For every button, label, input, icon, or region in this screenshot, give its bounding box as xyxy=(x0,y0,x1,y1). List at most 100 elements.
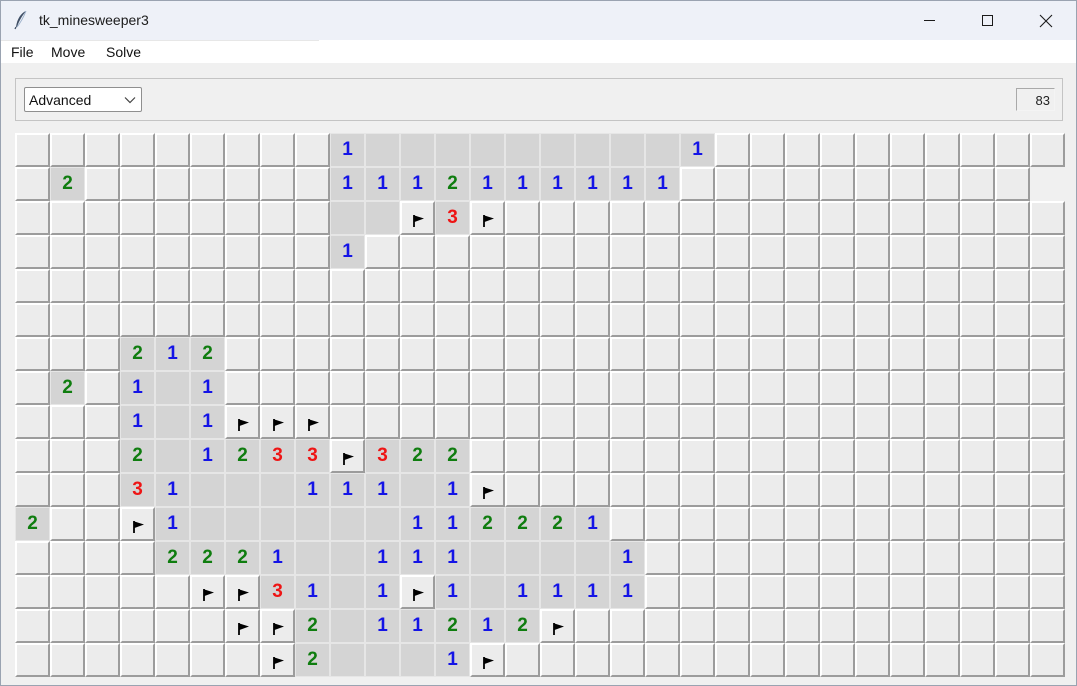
cell-empty[interactable] xyxy=(190,507,225,541)
cell-unrevealed[interactable] xyxy=(225,643,260,677)
cell-empty[interactable] xyxy=(645,133,680,167)
cell-unrevealed[interactable] xyxy=(505,303,540,337)
cell-unrevealed[interactable] xyxy=(645,337,680,371)
cell-unrevealed[interactable] xyxy=(785,541,820,575)
cell-unrevealed[interactable] xyxy=(575,643,610,677)
cell-unrevealed[interactable] xyxy=(15,269,50,303)
cell-unrevealed[interactable] xyxy=(540,473,575,507)
cell-unrevealed[interactable] xyxy=(715,609,750,643)
cell-unrevealed[interactable] xyxy=(890,507,925,541)
cell-number[interactable]: 1 xyxy=(330,235,365,269)
cell-unrevealed[interactable] xyxy=(50,269,85,303)
cell-unrevealed[interactable] xyxy=(260,303,295,337)
cell-flagged[interactable] xyxy=(225,575,260,609)
cell-number[interactable]: 1 xyxy=(645,167,680,201)
cell-unrevealed[interactable] xyxy=(855,201,890,235)
cell-unrevealed[interactable] xyxy=(400,303,435,337)
cell-number[interactable]: 1 xyxy=(190,371,225,405)
cell-unrevealed[interactable] xyxy=(890,235,925,269)
cell-unrevealed[interactable] xyxy=(50,643,85,677)
cell-unrevealed[interactable] xyxy=(820,643,855,677)
cell-unrevealed[interactable] xyxy=(120,133,155,167)
maximize-button[interactable] xyxy=(959,1,1017,40)
cell-unrevealed[interactable] xyxy=(645,541,680,575)
cell-unrevealed[interactable] xyxy=(330,371,365,405)
cell-unrevealed[interactable] xyxy=(85,609,120,643)
cell-unrevealed[interactable] xyxy=(1030,405,1065,439)
cell-unrevealed[interactable] xyxy=(330,337,365,371)
cell-unrevealed[interactable] xyxy=(400,371,435,405)
cell-number[interactable]: 2 xyxy=(190,337,225,371)
cell-unrevealed[interactable] xyxy=(715,201,750,235)
cell-unrevealed[interactable] xyxy=(190,201,225,235)
cell-number[interactable]: 1 xyxy=(540,167,575,201)
cell-number[interactable]: 1 xyxy=(365,609,400,643)
cell-empty[interactable] xyxy=(330,507,365,541)
cell-unrevealed[interactable] xyxy=(960,269,995,303)
cell-unrevealed[interactable] xyxy=(225,167,260,201)
cell-unrevealed[interactable] xyxy=(505,269,540,303)
cell-number[interactable]: 1 xyxy=(505,575,540,609)
cell-unrevealed[interactable] xyxy=(785,269,820,303)
cell-unrevealed[interactable] xyxy=(960,439,995,473)
cell-number[interactable]: 1 xyxy=(155,507,190,541)
cell-number[interactable]: 2 xyxy=(295,643,330,677)
cell-unrevealed[interactable] xyxy=(435,405,470,439)
cell-unrevealed[interactable] xyxy=(750,439,785,473)
cell-number[interactable]: 1 xyxy=(610,541,645,575)
cell-unrevealed[interactable] xyxy=(715,439,750,473)
cell-unrevealed[interactable] xyxy=(1030,201,1065,235)
cell-unrevealed[interactable] xyxy=(260,371,295,405)
cell-unrevealed[interactable] xyxy=(540,235,575,269)
cell-unrevealed[interactable] xyxy=(925,269,960,303)
cell-empty[interactable] xyxy=(400,643,435,677)
cell-unrevealed[interactable] xyxy=(785,609,820,643)
cell-unrevealed[interactable] xyxy=(855,133,890,167)
cell-number[interactable]: 1 xyxy=(155,337,190,371)
cell-unrevealed[interactable] xyxy=(15,609,50,643)
cell-number[interactable]: 3 xyxy=(260,575,295,609)
cell-number[interactable]: 1 xyxy=(295,575,330,609)
cell-empty[interactable] xyxy=(400,473,435,507)
cell-unrevealed[interactable] xyxy=(995,303,1030,337)
cell-unrevealed[interactable] xyxy=(820,575,855,609)
cell-unrevealed[interactable] xyxy=(820,269,855,303)
cell-unrevealed[interactable] xyxy=(785,439,820,473)
cell-unrevealed[interactable] xyxy=(225,303,260,337)
cell-unrevealed[interactable] xyxy=(855,439,890,473)
cell-empty[interactable] xyxy=(435,133,470,167)
cell-empty[interactable] xyxy=(470,541,505,575)
cell-unrevealed[interactable] xyxy=(995,507,1030,541)
cell-unrevealed[interactable] xyxy=(610,473,645,507)
cell-unrevealed[interactable] xyxy=(715,371,750,405)
cell-unrevealed[interactable] xyxy=(120,303,155,337)
cell-empty[interactable] xyxy=(295,507,330,541)
cell-number[interactable]: 2 xyxy=(50,371,85,405)
cell-unrevealed[interactable] xyxy=(925,371,960,405)
cell-number[interactable]: 1 xyxy=(610,575,645,609)
cell-unrevealed[interactable] xyxy=(785,235,820,269)
cell-number[interactable]: 1 xyxy=(400,541,435,575)
cell-number[interactable]: 1 xyxy=(365,473,400,507)
cell-unrevealed[interactable] xyxy=(540,269,575,303)
cell-unrevealed[interactable] xyxy=(855,541,890,575)
cell-flagged[interactable] xyxy=(260,405,295,439)
cell-empty[interactable] xyxy=(155,439,190,473)
cell-number[interactable]: 1 xyxy=(295,473,330,507)
cell-unrevealed[interactable] xyxy=(400,269,435,303)
cell-number[interactable]: 3 xyxy=(295,439,330,473)
cell-unrevealed[interactable] xyxy=(960,575,995,609)
cell-unrevealed[interactable] xyxy=(995,473,1030,507)
cell-unrevealed[interactable] xyxy=(855,609,890,643)
cell-flagged[interactable] xyxy=(470,473,505,507)
cell-unrevealed[interactable] xyxy=(750,575,785,609)
cell-unrevealed[interactable] xyxy=(890,167,925,201)
cell-empty[interactable] xyxy=(330,609,365,643)
cell-unrevealed[interactable] xyxy=(750,643,785,677)
cell-unrevealed[interactable] xyxy=(575,405,610,439)
cell-unrevealed[interactable] xyxy=(85,167,120,201)
cell-unrevealed[interactable] xyxy=(225,201,260,235)
cell-unrevealed[interactable] xyxy=(225,337,260,371)
cell-unrevealed[interactable] xyxy=(295,235,330,269)
cell-flagged[interactable] xyxy=(260,643,295,677)
